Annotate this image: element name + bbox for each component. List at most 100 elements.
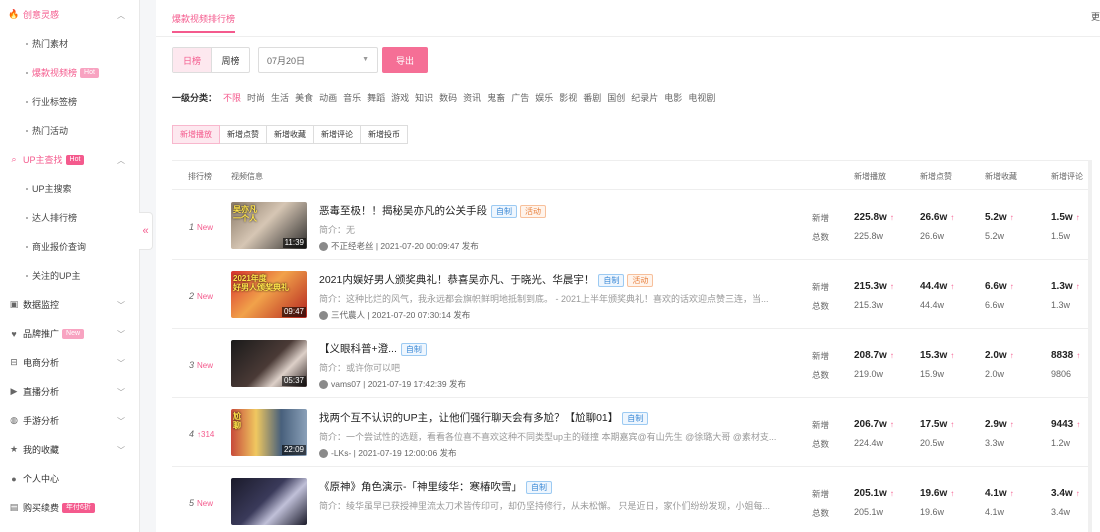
total-plays: 224.4w (854, 438, 884, 448)
column-header-likes[interactable]: 新增点赞 (920, 171, 952, 182)
category-item[interactable]: 资讯 (463, 91, 481, 104)
weekly-rank-button[interactable]: 周榜 (211, 48, 249, 72)
nav-group-ecommerce[interactable]: ⊟ 电商分析 ﹀ (0, 348, 139, 377)
avatar[interactable] (319, 241, 328, 251)
new-favorites: 5.2w ↑ (985, 212, 1014, 223)
new-badge: New (62, 328, 85, 339)
new-comments: 3.4w ↑ (1051, 488, 1080, 499)
video-title[interactable]: 2021内娱好男人颁奖典礼！恭喜吴亦凡、于晓光、华晨宇！ 自制 活动 (319, 272, 654, 287)
table-row[interactable]: 4 ↑314 尬 聊 22:09 找两个互不认识的UP主，让他们强行聊天会有多尬？【… (172, 398, 1090, 467)
total-favorites: 6.6w (985, 300, 1005, 310)
flame-icon: 🔥 (8, 9, 20, 19)
nav-group-mobile-game[interactable]: ◍ 手游分析 ﹀ (0, 406, 139, 435)
category-item[interactable]: 电影 (664, 91, 682, 104)
rank-number: 3 New (189, 360, 214, 370)
nav-group-label: 手游分析 (23, 416, 60, 426)
category-item[interactable]: 番剧 (583, 91, 601, 104)
video-thumbnail[interactable] (231, 478, 307, 525)
category-item[interactable]: 知识 (415, 91, 433, 104)
tab-more[interactable]: 更 (1091, 10, 1100, 23)
nav-group-data-monitor[interactable]: ▣ 数据监控 ﹀ (0, 290, 139, 319)
column-header-plays[interactable]: 新增播放 (854, 171, 886, 182)
nav-group-brand-promo[interactable]: ♥ 品牌推广 New ﹀ (0, 319, 139, 348)
category-item[interactable]: 美食 (295, 91, 313, 104)
event-tag: 活动 (520, 205, 546, 218)
video-thumbnail[interactable]: 05:37 (231, 340, 307, 387)
daily-rank-button[interactable]: 日榜 (173, 48, 211, 72)
avatar[interactable] (319, 310, 328, 320)
video-title[interactable]: 找两个互不认识的UP主，让他们强行聊天会有多尬？【尬聊01】 自制 (319, 410, 649, 425)
metric-tab[interactable]: 新增评论 (313, 125, 361, 144)
export-button[interactable]: 导出 (382, 47, 428, 73)
table-row[interactable]: 3 New 05:37 【义眼科普+澄... 自制 简介：或许你可以吧 vams07… (172, 329, 1090, 398)
author-and-time[interactable]: 三代農人 | 2021-07-20 07:30:14 发布 (331, 309, 470, 321)
sidebar-item-hot-events[interactable]: 热门活动 (0, 116, 139, 145)
nav-group-up-finder[interactable]: ⌕ UP主查找 Hot ︿ (0, 145, 139, 174)
column-header-favorites[interactable]: 新增收藏 (985, 171, 1017, 182)
category-item[interactable]: 娱乐 (535, 91, 553, 104)
period-toggle: 日榜 周榜 (172, 47, 250, 73)
category-item[interactable]: 音乐 (343, 91, 361, 104)
sidebar-item-hot-material[interactable]: 热门素材 (0, 29, 139, 58)
category-item[interactable]: 国创 (607, 91, 625, 104)
table-row[interactable]: 1 New 吴亦凡 一个人 11:39 恶毒至极！！揭秘吴亦凡的公关手段 自制 活动 简… (172, 191, 1090, 260)
category-item[interactable]: 鬼畜 (487, 91, 505, 104)
metric-tab[interactable]: 新增点赞 (219, 125, 267, 144)
nav-group-label: 我的收藏 (23, 445, 60, 455)
video-title[interactable]: 恶毒至极！！揭秘吴亦凡的公关手段 自制 活动 (319, 203, 546, 218)
chevron-down-icon: ﹀ (117, 359, 125, 368)
category-item[interactable]: 数码 (439, 91, 457, 104)
publish-meta: 三代農人 | 2021-07-20 07:30:14 发布 (319, 309, 470, 321)
category-item[interactable]: 电视剧 (688, 91, 715, 104)
video-title[interactable]: 【义眼科普+澄... 自制 (319, 341, 427, 356)
nav-group-profile[interactable]: ● 个人中心 (0, 464, 139, 493)
table-row[interactable]: 5 New 《原神》角色演示-「神里绫华：寒椿吹雪」 自制 简介：绫华虽早已获授神里… (172, 467, 1090, 532)
metric-tab[interactable]: 新增收藏 (266, 125, 314, 144)
date-select[interactable]: 07月20日 ▼ (258, 47, 378, 73)
nav-group-label: 创意灵感 (23, 10, 60, 20)
category-item[interactable]: 时尚 (247, 91, 265, 104)
sidebar-item-price-query[interactable]: 商业报价查询 (0, 232, 139, 261)
author-and-time[interactable]: -LKs- | 2021-07-19 12:00:06 发布 (331, 447, 457, 459)
nav-group-favorites[interactable]: ★ 我的收藏 ﹀ (0, 435, 139, 464)
author-and-time[interactable]: 不正经老丝 | 2021-07-20 00:09:47 发布 (331, 240, 479, 252)
category-item[interactable]: 游戏 (391, 91, 409, 104)
video-thumbnail[interactable]: 吴亦凡 一个人 11:39 (231, 202, 307, 249)
category-item[interactable]: 舞蹈 (367, 91, 385, 104)
nav-group-live[interactable]: ▶ 直播分析 ﹀ (0, 377, 139, 406)
avatar[interactable] (319, 448, 328, 458)
category-item[interactable]: 生活 (271, 91, 289, 104)
video-thumbnail[interactable]: 尬 聊 22:09 (231, 409, 307, 456)
scrollbar[interactable] (1088, 160, 1092, 532)
sidebar-collapse-button[interactable]: « (139, 212, 153, 250)
total-label: 总数 (812, 508, 830, 518)
sidebar-item-hot-video-rank[interactable]: 爆款视频榜 Hot (0, 58, 139, 87)
metric-tab[interactable]: 新增播放 (172, 125, 220, 144)
nav-group-creative[interactable]: 🔥 创意灵感 ︿ (0, 0, 139, 29)
column-header-comments[interactable]: 新增评论 (1051, 171, 1083, 182)
sidebar-item-talent-rank[interactable]: 达人排行榜 (0, 203, 139, 232)
author-and-time[interactable]: vams07 | 2021-07-19 17:42:39 发布 (331, 378, 466, 390)
nav-group-renew[interactable]: ▤ 购买续费 年付6折 (0, 493, 139, 522)
avatar[interactable] (319, 379, 328, 389)
tab-hot-video-rank[interactable]: 爆款视频排行榜 (172, 12, 236, 33)
metric-tab[interactable]: 新增投币 (360, 125, 408, 144)
new-favorites: 4.1w ↑ (985, 488, 1014, 499)
category-item[interactable]: 影视 (559, 91, 577, 104)
video-intro: 简介：这种比烂的风气，我永远都会旗帜鲜明地抵制到底。 - 2021上半年颁奖典礼… (319, 294, 769, 304)
category-item[interactable]: 不限 (223, 91, 241, 104)
rank-number: 5 New (189, 498, 214, 508)
video-thumbnail[interactable]: 2021年度 好男人颁奖典礼 09:47 (231, 271, 307, 318)
table-row[interactable]: 2 New 2021年度 好男人颁奖典礼 09:47 2021内娱好男人颁奖典礼！恭… (172, 260, 1090, 329)
category-item[interactable]: 广告 (511, 91, 529, 104)
new-favorites: 6.6w ↑ (985, 281, 1014, 292)
sidebar-item-industry-tags[interactable]: 行业标签榜 (0, 87, 139, 116)
duration-label: 11:39 (282, 238, 306, 248)
category-item[interactable]: 纪录片 (631, 91, 658, 104)
category-item[interactable]: 动画 (319, 91, 337, 104)
chevron-down-icon: ﹀ (117, 301, 125, 310)
sidebar-item-up-search[interactable]: UP主搜索 (0, 174, 139, 203)
sidebar-item-followed-up[interactable]: 关注的UP主 (0, 261, 139, 290)
video-title[interactable]: 《原神》角色演示-「神里绫华：寒椿吹雪」 自制 (319, 479, 552, 494)
video-intro: 简介：无 (319, 225, 356, 235)
